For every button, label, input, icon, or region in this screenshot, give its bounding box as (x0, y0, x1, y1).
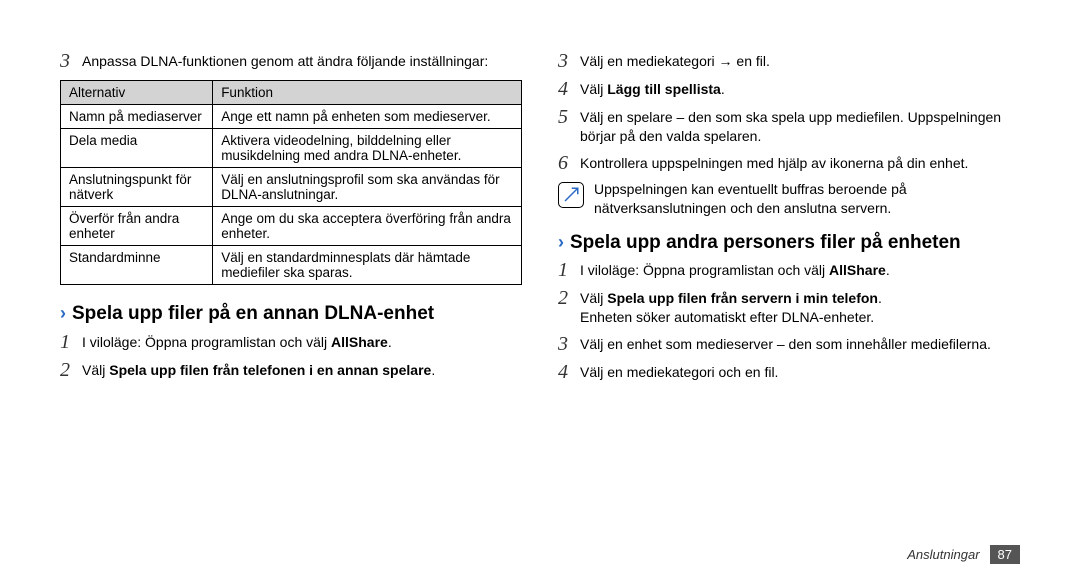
step-text: Välj Spela upp filen från servern i min … (580, 287, 882, 327)
note-box: Uppspelningen kan eventuellt buffras ber… (558, 180, 1020, 218)
right-step-3: 3 Välj en mediekategori → en fil. (558, 50, 1020, 72)
text-bold: AllShare (829, 262, 886, 278)
step-number: 3 (558, 333, 580, 355)
table-header-funktion: Funktion (213, 81, 522, 105)
text-part: en fil. (733, 53, 770, 69)
cell-option: Namn på mediaserver (61, 105, 213, 129)
step-text: Anpassa DLNA-funktionen genom att ändra … (82, 50, 488, 71)
cell-option: Överför från andra enheter (61, 207, 213, 246)
section-heading-play-others-files: › Spela upp andra personers filer på enh… (558, 232, 1020, 254)
text-part: I viloläge: Öppna programlistan och välj (82, 334, 331, 350)
text-part: . (721, 81, 725, 97)
right-column: 3 Välj en mediekategori → en fil. 4 Välj… (558, 50, 1020, 389)
footer-section-label: Anslutningar (907, 547, 979, 562)
text-part: Välj en mediekategori (580, 53, 719, 69)
left-step-3: 3 Anpassa DLNA-funktionen genom att ändr… (60, 50, 522, 72)
cell-function: Välj en anslutningsprofil som ska använd… (213, 168, 522, 207)
table-header-alternativ: Alternativ (61, 81, 213, 105)
chevron-right-icon: › (558, 232, 564, 253)
right-b-step-2: 2 Välj Spela upp filen från servern i mi… (558, 287, 1020, 327)
cell-option: Standardminne (61, 246, 213, 285)
page-footer: Anslutningar 87 (907, 545, 1020, 564)
step-number: 6 (558, 152, 580, 174)
step-number: 5 (558, 106, 580, 128)
step-text: Välj en enhet som medieserver – den som … (580, 333, 991, 354)
step-number: 1 (60, 331, 82, 353)
text-bold: Spela upp filen från telefonen i en anna… (109, 362, 431, 378)
left-s1-step-2: 2 Välj Spela upp filen från telefonen i … (60, 359, 522, 381)
options-table: Alternativ Funktion Namn på mediaserver … (60, 80, 522, 285)
text-part: . (431, 362, 435, 378)
step-text: Välj Spela upp filen från telefonen i en… (82, 359, 435, 380)
text-part: . (878, 290, 882, 306)
text-bold: AllShare (331, 334, 388, 350)
text-part: Välj (82, 362, 109, 378)
step-text: Välj en spelare – den som ska spela upp … (580, 106, 1020, 146)
step-number: 3 (558, 50, 580, 72)
step-extra: Enheten söker automatiskt efter DLNA-enh… (580, 308, 882, 327)
right-b-step-4: 4 Välj en mediekategori och en fil. (558, 361, 1020, 383)
step-number: 4 (558, 78, 580, 100)
cell-function: Ange ett namn på enheten som medieserver… (213, 105, 522, 129)
cell-option: Anslutningspunkt för nätverk (61, 168, 213, 207)
table-row: Standardminne Välj en standardminnesplat… (61, 246, 522, 285)
right-step-6: 6 Kontrollera uppspelningen med hjälp av… (558, 152, 1020, 174)
right-step-5: 5 Välj en spelare – den som ska spela up… (558, 106, 1020, 146)
text-bold: Lägg till spellista (607, 81, 721, 97)
right-b-step-3: 3 Välj en enhet som medieserver – den so… (558, 333, 1020, 355)
text-part: Välj (580, 290, 607, 306)
text-part: . (886, 262, 890, 278)
cell-function: Välj en standardminnesplats där hämtade … (213, 246, 522, 285)
section-title: Spela upp filer på en annan DLNA-enhet (72, 303, 434, 325)
step-text: I viloläge: Öppna programlistan och välj… (82, 331, 392, 352)
step-number: 2 (558, 287, 580, 309)
text-part: Välj (580, 81, 607, 97)
left-column: 3 Anpassa DLNA-funktionen genom att ändr… (60, 50, 522, 389)
text-bold: Spela upp filen från servern i min telef… (607, 290, 878, 306)
step-text: Välj en mediekategori → en fil. (580, 50, 770, 71)
step-number: 1 (558, 259, 580, 281)
cell-option: Dela media (61, 129, 213, 168)
arrow-right-icon: → (719, 53, 733, 69)
section-title: Spela upp andra personers filer på enhet… (570, 232, 961, 254)
table-row: Namn på mediaserver Ange ett namn på enh… (61, 105, 522, 129)
note-icon (558, 182, 584, 208)
section-heading-play-on-other-dlna: › Spela upp filer på en annan DLNA-enhet (60, 303, 522, 325)
footer-page-number: 87 (990, 545, 1020, 564)
chevron-right-icon: › (60, 303, 66, 324)
text-part: . (388, 334, 392, 350)
step-number: 3 (60, 50, 82, 72)
step-text: Kontrollera uppspelningen med hjälp av i… (580, 152, 968, 173)
cell-function: Ange om du ska acceptera överföring från… (213, 207, 522, 246)
right-step-4: 4 Välj Lägg till spellista. (558, 78, 1020, 100)
table-row: Överför från andra enheter Ange om du sk… (61, 207, 522, 246)
step-text: Välj en mediekategori och en fil. (580, 361, 778, 382)
table-row: Dela media Aktivera videodelning, bildde… (61, 129, 522, 168)
step-number: 4 (558, 361, 580, 383)
cell-function: Aktivera videodelning, bilddelning eller… (213, 129, 522, 168)
step-text: I viloläge: Öppna programlistan och välj… (580, 259, 890, 280)
right-b-step-1: 1 I viloläge: Öppna programlistan och vä… (558, 259, 1020, 281)
note-text: Uppspelningen kan eventuellt buffras ber… (594, 180, 1020, 218)
text-part: I viloläge: Öppna programlistan och välj (580, 262, 829, 278)
step-text: Välj Lägg till spellista. (580, 78, 725, 99)
left-s1-step-1: 1 I viloläge: Öppna programlistan och vä… (60, 331, 522, 353)
step-number: 2 (60, 359, 82, 381)
table-row: Anslutningspunkt för nätverk Välj en ans… (61, 168, 522, 207)
